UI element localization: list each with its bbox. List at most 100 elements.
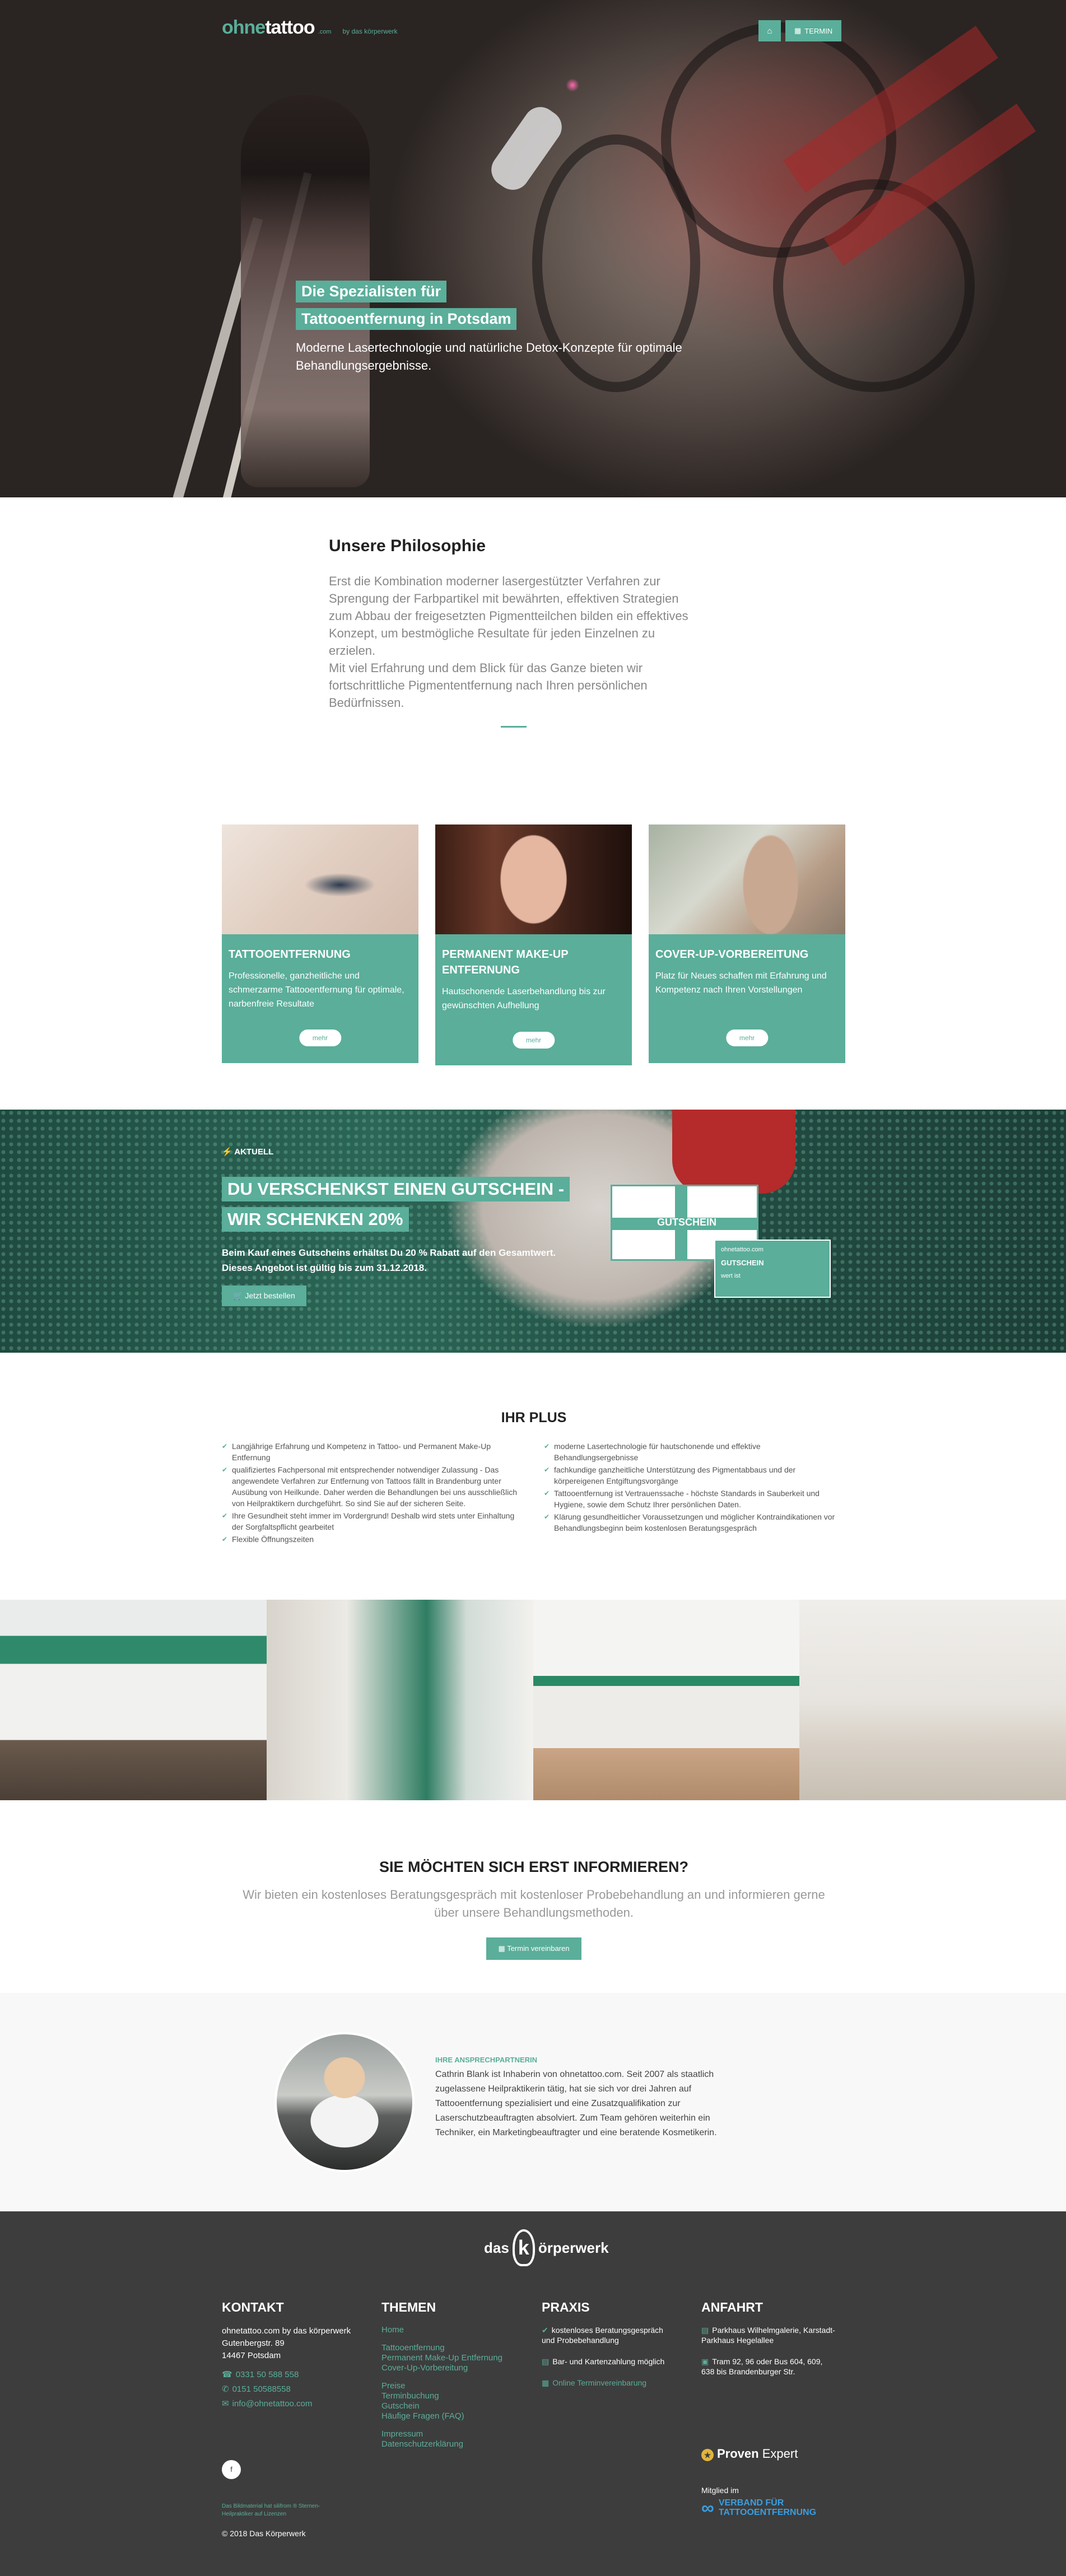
news-tag: ⚡ AKTUELL bbox=[222, 1147, 274, 1157]
gallery-photo-laser-room bbox=[799, 1600, 1066, 1800]
verband-member-label: Mitglied im bbox=[701, 2486, 739, 2495]
card-more-button[interactable]: mehr bbox=[725, 1030, 769, 1046]
footer-link[interactable]: Preise bbox=[381, 2381, 516, 2391]
hero-text: Die Spezialisten für Tattooentfernung in… bbox=[296, 281, 755, 375]
footer-link[interactable]: Cover-Up-Vorbereitung bbox=[381, 2363, 516, 2373]
car-icon: ▤ bbox=[701, 2326, 709, 2335]
footer-kontakt: KONTAKT ohnetattoo.com by das körperwerk… bbox=[222, 2300, 356, 2409]
card-sub: wert ist bbox=[721, 1273, 741, 1279]
footer-link[interactable]: Tattooentfernung bbox=[381, 2343, 516, 2353]
termin-label: TERMIN bbox=[804, 26, 833, 35]
voucher-card-image: ohnetattoo.com GUTSCHEIN wert ist bbox=[714, 1240, 831, 1298]
card-title: COVER-UP-VORBEREITUNG bbox=[655, 948, 809, 961]
logo-wordmark: ohnetattoo bbox=[222, 17, 315, 38]
tattoo-removal-image bbox=[222, 824, 418, 934]
email-link[interactable]: ✉ info@ohnetattoo.com bbox=[222, 2399, 356, 2409]
facebook-icon[interactable]: f bbox=[222, 2460, 241, 2479]
site-logo[interactable]: ohnetattoo .com by das körperwerk bbox=[222, 17, 398, 39]
benefit-item: qualifiziertes Fachpersonal mit entsprec… bbox=[222, 1464, 524, 1509]
footer-anfahrt: ANFAHRT ▤ Parkhaus Wilhelmgalerie, Karsta… bbox=[701, 2300, 836, 2377]
logo-k-mark: k bbox=[512, 2229, 535, 2266]
card-more-button[interactable]: mehr bbox=[512, 1032, 555, 1049]
phone-icon: ☎ bbox=[222, 2370, 232, 2379]
philosophy-text-1: Erst die Kombination moderner lasergestü… bbox=[329, 574, 688, 658]
footer-link[interactable]: Datenschutzerklärung bbox=[381, 2439, 516, 2449]
benefit-item: Flexible Öffnungszeiten bbox=[222, 1534, 524, 1545]
footer-heading: KONTAKT bbox=[222, 2300, 284, 2314]
bolt-icon: ⚡ bbox=[222, 1147, 235, 1157]
whatsapp-icon: ✆ bbox=[222, 2384, 229, 2394]
hero-headline-1: Die Spezialisten für bbox=[296, 281, 447, 302]
footer-link[interactable]: Häufige Fragen (FAQ) bbox=[381, 2411, 516, 2421]
footer-heading: THEMEN bbox=[381, 2300, 436, 2314]
contact-person-section: IHRE ANSPRECHPARTNERIN Cathrin Blank ist… bbox=[0, 1993, 1066, 2211]
divider bbox=[501, 726, 527, 728]
philosophy-section: Unsere Philosophie Erst die Kombination … bbox=[329, 537, 699, 728]
hero-subtitle: Moderne Lasertechnologie und natürliche … bbox=[296, 341, 682, 372]
service-card-cover-up: COVER-UP-VORBEREITUNG Platz für Neues sc… bbox=[649, 824, 845, 1063]
address-line: Gutenbergstr. 89 bbox=[222, 2339, 285, 2348]
benefit-item: Ihre Gesundheit steht immer im Vordergru… bbox=[222, 1510, 524, 1532]
whatsapp-link[interactable]: ✆ 0151 50588558 bbox=[222, 2384, 356, 2395]
card-text: Hautschonende Laserbehandlung bis zur ge… bbox=[442, 987, 606, 1010]
contact-text: Cathrin Blank ist Inhaberin von ohnetatt… bbox=[435, 2070, 717, 2137]
footer-themen: THEMEN Home Tattooentfernung Permanent M… bbox=[381, 2300, 516, 2449]
calendar-icon: ▦ bbox=[498, 1944, 508, 1953]
card-label: GUTSCHEIN bbox=[721, 1259, 764, 1267]
site-footer: das k örperwerk KONTAKT ohnetattoo.com b… bbox=[0, 2211, 1066, 2576]
mail-icon: ✉ bbox=[222, 2399, 229, 2409]
benefit-item: Klärung gesundheitlicher Voraussetzungen… bbox=[544, 1511, 846, 1534]
check-icon: ✔ bbox=[542, 2326, 548, 2335]
service-card-tattooentfernung: TATTOOENTFERNUNG Professionelle, ganzhei… bbox=[222, 824, 418, 1063]
footer-link[interactable]: Gutschein bbox=[381, 2401, 516, 2411]
phone-link[interactable]: ☎ 0331 50 588 558 bbox=[222, 2370, 356, 2380]
cart-icon: 🛒 bbox=[233, 1291, 245, 1300]
service-card-permanent-makeup: PERMANENT MAKE-UP ENTFERNUNG Hautschonen… bbox=[435, 824, 632, 1065]
star-icon: ★ bbox=[701, 2449, 714, 2461]
voucher-headline: DU VERSCHENKST EINEN GUTSCHEIN - WIR SCH… bbox=[222, 1177, 570, 1237]
home-button[interactable]: ⌂ bbox=[758, 20, 781, 41]
smiling-woman-image bbox=[435, 824, 632, 934]
termin-button[interactable]: ▦ TERMIN bbox=[785, 20, 842, 41]
praxis-item: ▤ Bar- und Kartenzahlung möglich bbox=[542, 2357, 665, 2366]
card-text: Platz für Neues schaffen mit Erfahrung u… bbox=[655, 971, 827, 995]
address-line: ohnetattoo.com by das körperwerk bbox=[222, 2326, 351, 2336]
gallery-photo-reception bbox=[0, 1600, 267, 1800]
book-appointment-button[interactable]: ▦ Termin vereinbaren bbox=[486, 1937, 582, 1960]
hero-headline-2: Tattooentfernung in Potsdam bbox=[296, 308, 517, 330]
online-booking-link[interactable]: ▦ Online Terminvereinbarung bbox=[542, 2378, 676, 2388]
order-voucher-button[interactable]: 🛒 Jetzt bestellen bbox=[222, 1285, 306, 1306]
philosophy-title: Unsere Philosophie bbox=[329, 537, 486, 555]
consultation-title: SIE MÖCHTEN SICH ERST INFORMIEREN? bbox=[379, 1858, 689, 1875]
bus-icon: ▣ bbox=[701, 2357, 709, 2366]
verband-logo[interactable]: Mitglied im ∞ VERBAND FÜR TATTOOENTFERNUNG bbox=[701, 2486, 816, 2517]
contact-avatar bbox=[274, 2032, 415, 2172]
home-icon: ⌂ bbox=[767, 26, 772, 36]
voucher-text: GUTSCHEIN bbox=[657, 1217, 717, 1228]
infinity-icon: ∞ bbox=[701, 2497, 714, 2518]
credit-card-icon: ▤ bbox=[542, 2357, 550, 2366]
copyright: © 2018 Das Körperwerk bbox=[222, 2529, 306, 2538]
calendar-icon: ▦ bbox=[794, 26, 802, 35]
anfahrt-item: ▤ Parkhaus Wilhelmgalerie, Karstadt-Parkh… bbox=[701, 2326, 835, 2345]
footer-heading: ANFAHRT bbox=[701, 2300, 763, 2314]
footer-link[interactable]: Permanent Make-Up Entfernung bbox=[381, 2353, 516, 2363]
contact-label: IHRE ANSPRECHPARTNERIN bbox=[435, 2056, 538, 2064]
address-line: 14467 Potsdam bbox=[222, 2351, 281, 2360]
consultation-section: SIE MÖCHTEN SICH ERST INFORMIEREN? Wir b… bbox=[222, 1858, 846, 1960]
laser-spark bbox=[566, 78, 579, 92]
footer-link[interactable]: Impressum bbox=[381, 2429, 516, 2439]
benefits-list-right: moderne Lasertechnologie für hautschonen… bbox=[544, 1441, 846, 1546]
card-more-button[interactable]: mehr bbox=[299, 1030, 342, 1046]
footer-link[interactable]: Terminbuchung bbox=[381, 2391, 516, 2401]
tattooed-man-image bbox=[649, 824, 845, 934]
voucher-headline-2: WIR SCHENKEN 20% bbox=[222, 1207, 409, 1232]
footer-heading: PRAXIS bbox=[542, 2300, 590, 2314]
philosophy-text-2: Mit viel Erfahrung und dem Blick für das… bbox=[329, 661, 648, 710]
card-title: TATTOOENTFERNUNG bbox=[229, 948, 351, 961]
benefit-item: Langjährige Erfahrung und Kompetenz in T… bbox=[222, 1441, 524, 1463]
proven-expert-badge[interactable]: ★ Proven Expert bbox=[701, 2447, 798, 2461]
footer-link[interactable]: Home bbox=[381, 2325, 516, 2335]
gallery-photo-waiting-area bbox=[533, 1600, 800, 1800]
gallery-photo-treatment-room bbox=[266, 1600, 533, 1800]
